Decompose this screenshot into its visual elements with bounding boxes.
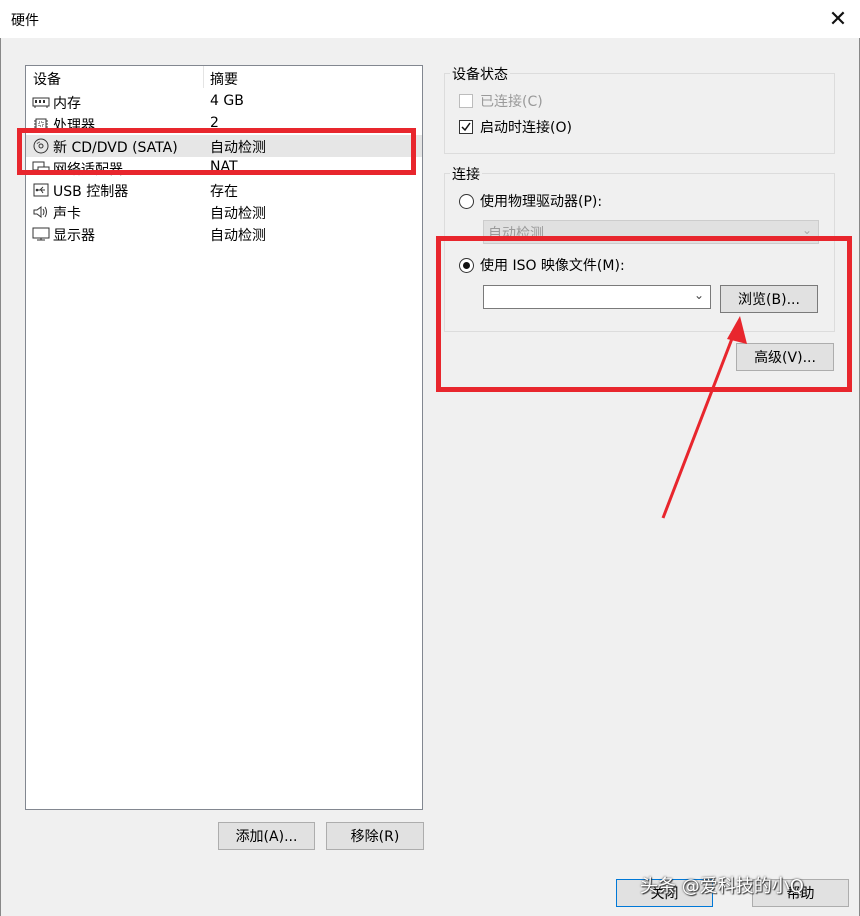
- watermark-text: 头条 @爱科技的小Q: [640, 876, 804, 897]
- annotation-arrow-icon: [661, 316, 747, 519]
